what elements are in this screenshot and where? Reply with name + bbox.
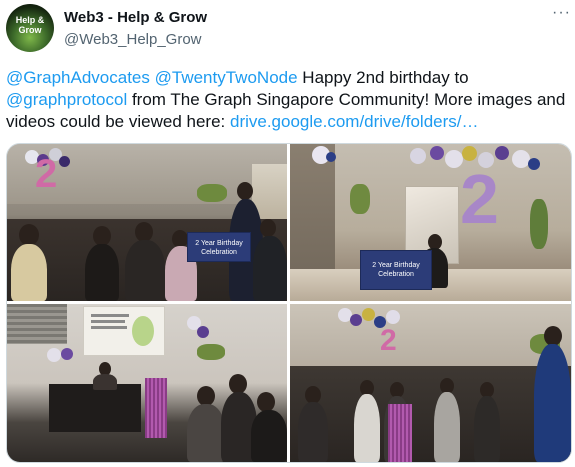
balloon-icon xyxy=(462,146,477,161)
window-blinds xyxy=(7,304,67,344)
balloon-icon xyxy=(386,310,400,324)
person xyxy=(93,374,117,390)
back-wall xyxy=(290,304,571,374)
balloon-icon xyxy=(197,326,209,338)
person xyxy=(298,402,328,462)
person xyxy=(434,392,460,462)
balloon-icon xyxy=(495,146,509,160)
person xyxy=(534,344,571,462)
person xyxy=(85,244,119,301)
author-avatar[interactable]: Help & Grow xyxy=(6,4,54,52)
plant-decoration xyxy=(530,199,548,249)
person xyxy=(187,404,225,462)
balloon-icon xyxy=(61,348,73,360)
screen-text-line xyxy=(91,326,127,329)
person xyxy=(253,236,287,301)
balloon-icon xyxy=(430,146,444,160)
balloon-icon xyxy=(326,152,336,162)
balloon-icon xyxy=(410,148,426,164)
tweet-text-segment: Happy 2nd birthday to xyxy=(297,68,469,87)
celebration-banner: 2 Year Birthday Celebration xyxy=(360,250,432,290)
number-balloon: 2 xyxy=(35,152,58,196)
mention-graphprotocol[interactable]: @graphprotocol xyxy=(6,90,127,109)
balloon-icon xyxy=(528,158,540,170)
photo-presentation[interactable] xyxy=(7,304,287,462)
person xyxy=(125,240,165,301)
screen-text-line xyxy=(91,314,129,317)
screen-text-line xyxy=(91,320,125,323)
plant-decoration xyxy=(350,184,370,214)
plant-decoration xyxy=(197,184,227,202)
tweet-text: @GraphAdvocates @TwentyTwoNode Happy 2nd… xyxy=(6,67,566,133)
number-balloon: 2 xyxy=(460,160,499,238)
tinsel-curtain xyxy=(388,404,412,462)
person xyxy=(251,410,287,462)
balloon-icon xyxy=(59,156,70,167)
balloon-icon xyxy=(47,348,61,362)
mention-twentytwonode[interactable]: @TwentyTwoNode xyxy=(155,68,298,87)
table-black xyxy=(49,384,141,432)
crowd xyxy=(290,366,571,462)
drive-link[interactable]: drive.google.com/drive/folders/… xyxy=(230,112,479,131)
plant-decoration xyxy=(197,344,225,360)
author-display-name[interactable]: Web3 - Help & Grow xyxy=(64,9,207,26)
tinsel-curtain xyxy=(145,378,167,438)
photo-audience[interactable]: 2 xyxy=(290,304,571,462)
photo-decorated-wall[interactable]: 2 2 Year Birthday Celebration xyxy=(290,144,571,301)
author-handle[interactable]: @Web3_Help_Grow xyxy=(64,31,202,48)
mention-graphadvocates[interactable]: @GraphAdvocates xyxy=(6,68,150,87)
celebration-banner: 2 Year Birthday Celebration xyxy=(187,232,251,262)
person xyxy=(11,244,47,301)
media-grid: 2 2 Year Birthday Celebration 2 2 Year B… xyxy=(6,143,572,463)
balloon-icon xyxy=(362,308,375,321)
avatar-text: Help & Grow xyxy=(15,15,45,35)
person xyxy=(474,396,500,462)
photo-group-seated[interactable]: 2 2 Year Birthday Celebration xyxy=(7,144,287,301)
person xyxy=(354,394,380,462)
more-options-icon[interactable]: ··· xyxy=(552,4,571,22)
screen-graphic xyxy=(132,316,154,346)
balloon-icon xyxy=(350,314,362,326)
number-balloon: 2 xyxy=(380,324,397,357)
